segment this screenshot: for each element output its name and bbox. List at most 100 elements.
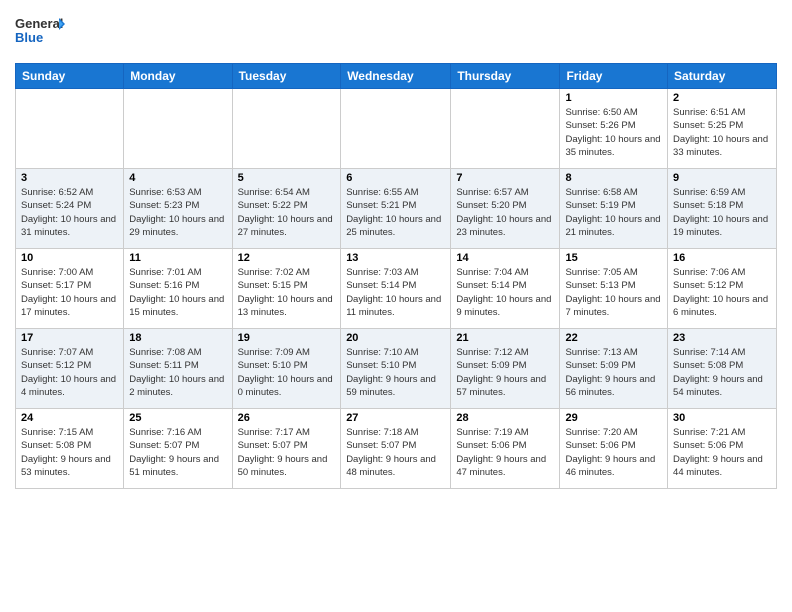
calendar-day-cell: 15 Sunrise: 7:05 AMSunset: 5:13 PMDayligh… [560, 249, 668, 329]
calendar-day-cell: 3 Sunrise: 6:52 AMSunset: 5:24 PMDaylight… [16, 169, 124, 249]
calendar-week-row: 10Sunrise: 7:00 AMSunset: 5:17 PMDayligh… [16, 249, 777, 329]
calendar-day-cell [124, 89, 232, 169]
day-info: Sunrise: 7:18 AMSunset: 5:07 PMDaylight:… [346, 426, 445, 479]
day-info: Sunrise: 7:09 AMSunset: 5:10 PMDaylight:… [238, 346, 336, 399]
calendar-day-header: Tuesday [232, 64, 341, 89]
day-info: Sunrise: 7:06 AMSunset: 5:12 PMDaylight:… [673, 266, 771, 319]
day-info: Sunrise: 7:19 AMSunset: 5:06 PMDaylight:… [456, 426, 554, 479]
day-number: 16 [673, 252, 771, 264]
day-number: 20 [346, 332, 445, 344]
calendar-day-cell: 25 Sunrise: 7:16 AMSunset: 5:07 PMDayligh… [124, 409, 232, 489]
day-info: Sunrise: 7:20 AMSunset: 5:06 PMDaylight:… [565, 426, 662, 479]
day-info: Sunrise: 7:01 AMSunset: 5:16 PMDaylight:… [129, 266, 226, 319]
day-number: 13 [346, 252, 445, 264]
calendar-week-row: 17 Sunrise: 7:07 AMSunset: 5:12 PMDayligh… [16, 329, 777, 409]
day-info: Sunrise: 7:14 AMSunset: 5:08 PMDaylight:… [673, 346, 771, 399]
calendar-day-header: Saturday [668, 64, 777, 89]
calendar-day-cell: 14 Sunrise: 7:04 AMSunset: 5:14 PMDayligh… [451, 249, 560, 329]
day-number: 19 [238, 332, 336, 344]
calendar-week-row: 24Sunrise: 7:15 AMSunset: 5:08 PMDayligh… [16, 409, 777, 489]
day-info: Sunrise: 6:51 AMSunset: 5:25 PMDaylight:… [673, 106, 771, 159]
calendar-day-cell: 1 Sunrise: 6:50 AMSunset: 5:26 PMDaylight… [560, 89, 668, 169]
calendar-day-cell: 24Sunrise: 7:15 AMSunset: 5:08 PMDayligh… [16, 409, 124, 489]
calendar-day-header: Monday [124, 64, 232, 89]
day-info: Sunrise: 6:57 AMSunset: 5:20 PMDaylight:… [456, 186, 554, 239]
calendar-day-cell: 28 Sunrise: 7:19 AMSunset: 5:06 PMDayligh… [451, 409, 560, 489]
calendar-day-cell: 19 Sunrise: 7:09 AMSunset: 5:10 PMDayligh… [232, 329, 341, 409]
day-info: Sunrise: 7:12 AMSunset: 5:09 PMDaylight:… [456, 346, 554, 399]
day-info: Sunrise: 6:55 AMSunset: 5:21 PMDaylight:… [346, 186, 445, 239]
day-info: Sunrise: 7:08 AMSunset: 5:11 PMDaylight:… [129, 346, 226, 399]
day-info: Sunrise: 6:50 AMSunset: 5:26 PMDaylight:… [565, 106, 662, 159]
page-container: General Blue SundayMondayTuesdayWednesda… [0, 0, 792, 612]
calendar-day-cell: 26 Sunrise: 7:17 AMSunset: 5:07 PMDayligh… [232, 409, 341, 489]
day-info: Sunrise: 7:17 AMSunset: 5:07 PMDaylight:… [238, 426, 336, 479]
day-info: Sunrise: 7:07 AMSunset: 5:12 PMDaylight:… [21, 346, 118, 399]
calendar-day-cell [16, 89, 124, 169]
calendar-day-cell: 10Sunrise: 7:00 AMSunset: 5:17 PMDayligh… [16, 249, 124, 329]
day-number: 3 [21, 172, 118, 184]
day-info: Sunrise: 7:16 AMSunset: 5:07 PMDaylight:… [129, 426, 226, 479]
day-number: 6 [346, 172, 445, 184]
day-info: Sunrise: 6:58 AMSunset: 5:19 PMDaylight:… [565, 186, 662, 239]
svg-text:Blue: Blue [15, 30, 43, 45]
day-number: 1 [565, 92, 662, 104]
day-number: 22 [565, 332, 662, 344]
day-info: Sunrise: 6:53 AMSunset: 5:23 PMDaylight:… [129, 186, 226, 239]
day-number: 24 [21, 412, 118, 424]
day-number: 21 [456, 332, 554, 344]
page-header: General Blue [15, 10, 777, 55]
calendar-week-row: 1 Sunrise: 6:50 AMSunset: 5:26 PMDaylight… [16, 89, 777, 169]
calendar-day-cell: 23 Sunrise: 7:14 AMSunset: 5:08 PMDayligh… [668, 329, 777, 409]
calendar-day-cell: 9 Sunrise: 6:59 AMSunset: 5:18 PMDaylight… [668, 169, 777, 249]
day-info: Sunrise: 7:10 AMSunset: 5:10 PMDaylight:… [346, 346, 445, 399]
day-number: 15 [565, 252, 662, 264]
calendar-day-cell [341, 89, 451, 169]
calendar-day-cell: 2 Sunrise: 6:51 AMSunset: 5:25 PMDaylight… [668, 89, 777, 169]
calendar-day-header: Thursday [451, 64, 560, 89]
calendar-day-cell: 30Sunrise: 7:21 AMSunset: 5:06 PMDayligh… [668, 409, 777, 489]
calendar-day-cell: 4 Sunrise: 6:53 AMSunset: 5:23 PMDaylight… [124, 169, 232, 249]
day-number: 28 [456, 412, 554, 424]
day-number: 14 [456, 252, 554, 264]
day-info: Sunrise: 7:00 AMSunset: 5:17 PMDaylight:… [21, 266, 118, 319]
day-info: Sunrise: 7:03 AMSunset: 5:14 PMDaylight:… [346, 266, 445, 319]
calendar-day-cell: 6 Sunrise: 6:55 AMSunset: 5:21 PMDaylight… [341, 169, 451, 249]
calendar-day-cell [451, 89, 560, 169]
day-info: Sunrise: 7:05 AMSunset: 5:13 PMDaylight:… [565, 266, 662, 319]
day-number: 26 [238, 412, 336, 424]
calendar-day-cell: 12 Sunrise: 7:02 AMSunset: 5:15 PMDayligh… [232, 249, 341, 329]
day-number: 25 [129, 412, 226, 424]
calendar-header-row: SundayMondayTuesdayWednesdayThursdayFrid… [16, 64, 777, 89]
day-number: 11 [129, 252, 226, 264]
calendar-day-cell: 11 Sunrise: 7:01 AMSunset: 5:16 PMDayligh… [124, 249, 232, 329]
day-number: 9 [673, 172, 771, 184]
calendar-day-cell: 16 Sunrise: 7:06 AMSunset: 5:12 PMDayligh… [668, 249, 777, 329]
calendar-day-cell: 5Sunrise: 6:54 AMSunset: 5:22 PMDaylight… [232, 169, 341, 249]
day-info: Sunrise: 6:59 AMSunset: 5:18 PMDaylight:… [673, 186, 771, 239]
day-number: 17 [21, 332, 118, 344]
day-number: 12 [238, 252, 336, 264]
day-number: 23 [673, 332, 771, 344]
calendar-day-cell: 7 Sunrise: 6:57 AMSunset: 5:20 PMDaylight… [451, 169, 560, 249]
day-info: Sunrise: 7:13 AMSunset: 5:09 PMDaylight:… [565, 346, 662, 399]
calendar-table: SundayMondayTuesdayWednesdayThursdayFrid… [15, 63, 777, 489]
calendar-day-cell: 8Sunrise: 6:58 AMSunset: 5:19 PMDaylight… [560, 169, 668, 249]
svg-text:General: General [15, 16, 63, 31]
day-number: 30 [673, 412, 771, 424]
day-number: 27 [346, 412, 445, 424]
logo-icon: General Blue [15, 10, 65, 50]
calendar-week-row: 3 Sunrise: 6:52 AMSunset: 5:24 PMDaylight… [16, 169, 777, 249]
day-info: Sunrise: 6:52 AMSunset: 5:24 PMDaylight:… [21, 186, 118, 239]
calendar-day-header: Friday [560, 64, 668, 89]
day-number: 4 [129, 172, 226, 184]
day-info: Sunrise: 7:04 AMSunset: 5:14 PMDaylight:… [456, 266, 554, 319]
calendar-day-cell: 21 Sunrise: 7:12 AMSunset: 5:09 PMDayligh… [451, 329, 560, 409]
calendar-day-header: Wednesday [341, 64, 451, 89]
day-info: Sunrise: 7:02 AMSunset: 5:15 PMDaylight:… [238, 266, 336, 319]
day-number: 5 [238, 172, 336, 184]
calendar-day-cell: 20 Sunrise: 7:10 AMSunset: 5:10 PMDayligh… [341, 329, 451, 409]
day-number: 2 [673, 92, 771, 104]
calendar-day-cell: 13 Sunrise: 7:03 AMSunset: 5:14 PMDayligh… [341, 249, 451, 329]
day-number: 7 [456, 172, 554, 184]
